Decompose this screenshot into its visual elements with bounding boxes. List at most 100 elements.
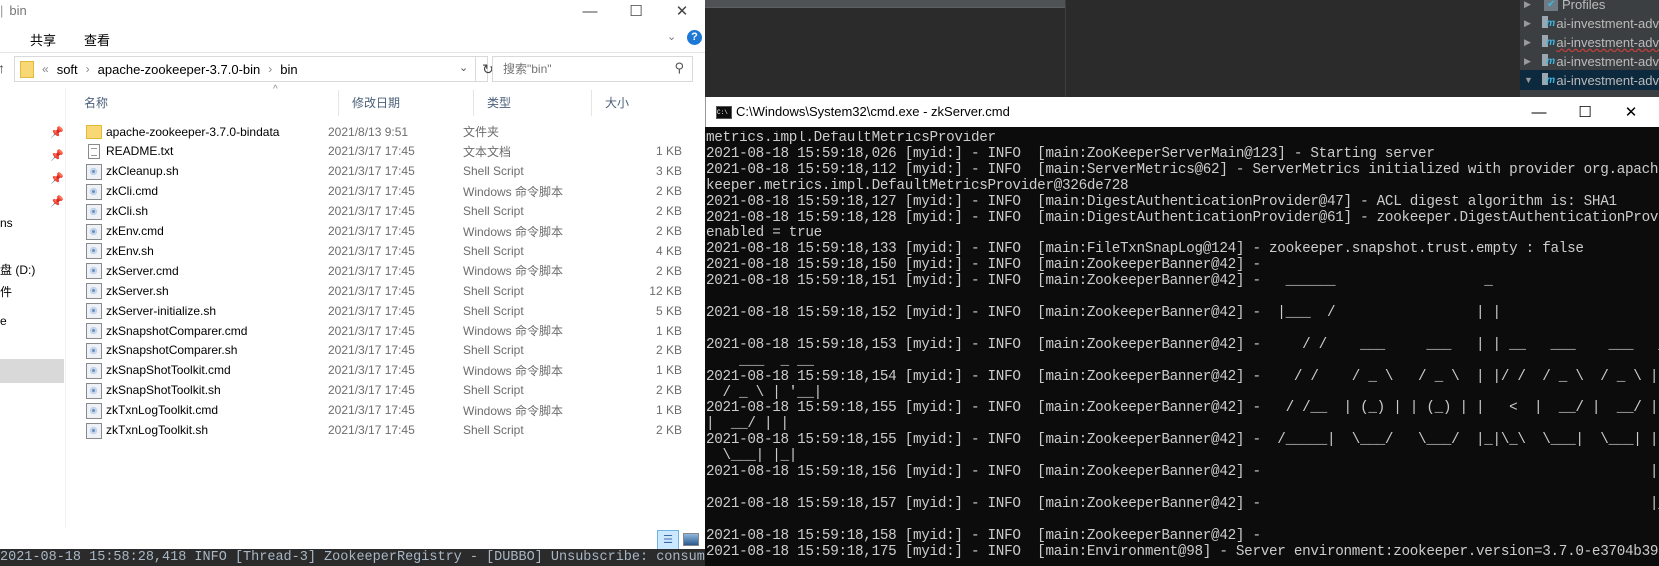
file-type: Shell Script <box>463 283 524 298</box>
script-file-icon <box>86 402 102 419</box>
nav-item[interactable]: 件 <box>0 283 12 300</box>
expand-arrow-icon[interactable]: ▶ <box>1524 0 1538 10</box>
up-arrow-icon[interactable]: ↑ <box>0 60 5 76</box>
file-name: zkServer.sh <box>106 283 169 298</box>
file-type: Windows 命令脚本 <box>463 324 564 338</box>
help-icon[interactable]: ? <box>687 30 702 45</box>
explorer-title-bar[interactable]: | bin — ☐ ✕ <box>0 0 705 22</box>
close-button[interactable]: ✕ <box>1608 97 1654 127</box>
script-file-icon <box>86 263 102 280</box>
pin-icon[interactable]: 📌 <box>50 195 64 208</box>
file-name: README.txt <box>106 144 174 159</box>
file-size: 2 KB <box>655 343 682 358</box>
file-row[interactable]: zkTxnLogToolkit.sh 2021/3/17 17:45 Shell S… <box>70 420 690 441</box>
file-row[interactable]: zkServer.cmd 2021/3/17 17:45 Windows 命令脚本 2… <box>70 260 690 281</box>
pin-icon[interactable]: 📌 <box>50 149 64 162</box>
ide-tree-item-module[interactable]: ▶ ai-investment-adv <box>1520 51 1659 71</box>
ide-tree-item-module-selected[interactable]: ▼ ai-investment-adv <box>1520 70 1659 90</box>
file-size: 2 KB <box>655 423 682 437</box>
file-size: 1 KB <box>655 323 682 338</box>
address-dropdown-icon[interactable]: ⌄ <box>459 61 468 74</box>
file-date: 2021/3/17 17:45 <box>328 403 415 418</box>
search-icon[interactable]: ⚲ <box>674 60 684 76</box>
cmd-window-title: C:\Windows\System32\cmd.exe - zkServer.c… <box>736 104 1010 119</box>
nav-item-drive-d[interactable]: 盘 (D:) <box>0 261 35 278</box>
file-size: 5 KB <box>655 303 682 318</box>
ide-tree-item-label: Profiles <box>1562 0 1606 12</box>
close-button[interactable]: ✕ <box>659 0 705 22</box>
console-output[interactable]: metrics.impl.DefaultMetricsProvider 2021… <box>705 131 1659 566</box>
file-row[interactable]: zkSnapShotToolkit.sh 2021/3/17 17:45 Shell… <box>70 380 690 401</box>
column-header-name[interactable]: 名称 <box>70 90 338 114</box>
file-date: 2021/3/17 17:45 <box>328 323 415 338</box>
file-date: 2021/3/17 17:45 <box>328 363 415 378</box>
cmd-title-bar[interactable]: C:\ C:\Windows\System32\cmd.exe - zkServ… <box>705 97 1659 127</box>
file-row[interactable]: README.txt 2021/3/17 17:45 文本文档 1 KB <box>70 141 690 162</box>
breadcrumb-item[interactable]: apache-zookeeper-3.7.0-bin <box>98 62 261 77</box>
maximize-button[interactable]: ☐ <box>1562 97 1608 127</box>
ide-tree-item-label: ai-investment-adv <box>1556 72 1659 88</box>
file-row[interactable]: zkEnv.sh 2021/3/17 17:45 Shell Script 4 KB <box>70 240 690 261</box>
ide-background-window <box>665 0 1659 100</box>
file-row[interactable]: zkCli.sh 2021/3/17 17:45 Shell Script 2 KB <box>70 201 690 222</box>
ribbon-tabs: 共享 查看 ⌄ ? <box>0 26 705 53</box>
breadcrumb-separator-icon[interactable]: › <box>268 62 272 76</box>
script-file-icon <box>86 323 102 339</box>
column-header-date[interactable]: 修改日期 <box>338 90 473 114</box>
search-input[interactable] <box>501 61 665 77</box>
window-title: | bin <box>0 3 27 18</box>
file-row[interactable]: zkSnapshotComparer.sh 2021/3/17 17:45 Shel… <box>70 340 690 361</box>
file-row[interactable]: zkSnapshotComparer.cmd 2021/3/17 17:45 Win… <box>70 320 690 341</box>
column-header-type[interactable]: 类型 <box>473 90 591 114</box>
expand-arrow-icon[interactable]: ▶ <box>1524 18 1535 29</box>
ide-tree-item-module[interactable]: ▶ ai-investment-adv <box>1520 32 1659 52</box>
expand-arrow-icon[interactable]: ▶ <box>1524 37 1535 48</box>
file-row[interactable]: zkServer-initialize.sh 2021/3/17 17:45 She… <box>70 300 690 321</box>
collapse-arrow-icon[interactable]: ▼ <box>1524 75 1535 85</box>
breadcrumb-item[interactable]: bin <box>280 62 297 77</box>
file-name: zkServer.cmd <box>106 263 179 278</box>
file-row[interactable]: zkEnv.cmd 2021/3/17 17:45 Windows 命令脚本 2 KB <box>70 221 690 242</box>
file-date: 2021/3/17 17:45 <box>328 383 415 398</box>
ribbon-expand-chevron-icon[interactable]: ⌄ <box>667 30 676 43</box>
minimize-button[interactable]: — <box>1516 97 1562 127</box>
address-row: ↑ « soft › apache-zookeeper-3.7.0-bin › … <box>0 56 705 82</box>
minimize-button[interactable]: — <box>567 0 613 22</box>
pin-icon[interactable]: 📌 <box>50 172 64 185</box>
file-type: Windows 命令脚本 <box>463 403 564 418</box>
file-size: 2 KB <box>655 204 682 219</box>
ide-tab-bar <box>705 0 1065 8</box>
file-list-header: ^ 名称 修改日期 类型 大小 <box>70 84 690 116</box>
nav-item[interactable]: e <box>0 314 7 328</box>
ide-tree-item-module[interactable]: ▶ ai-investment-adv <box>1520 13 1659 33</box>
file-type: Shell Script <box>463 303 524 318</box>
pin-icon[interactable]: 📌 <box>50 126 64 139</box>
file-row[interactable]: zkCli.cmd 2021/3/17 17:45 Windows 命令脚本 2 KB <box>70 181 690 202</box>
address-bar[interactable]: « soft › apache-zookeeper-3.7.0-bin › bi… <box>14 56 494 82</box>
file-date: 2021/3/17 17:45 <box>328 243 415 258</box>
file-row[interactable]: zkTxnLogToolkit.cmd 2021/3/17 17:45 Window… <box>70 400 690 421</box>
breadcrumb-separator-icon[interactable]: › <box>86 62 90 76</box>
file-row[interactable]: zkCleanup.sh 2021/3/17 17:45 Shell Script 3… <box>70 161 690 182</box>
column-header-size[interactable]: 大小 <box>591 90 681 114</box>
file-row[interactable]: apache-zookeeper-3.7.0-bindata 2021/8/13 … <box>70 121 690 142</box>
file-row[interactable]: zkSnapShotToolkit.cmd 2021/3/17 17:45 Wind… <box>70 360 690 381</box>
file-name: zkEnv.sh <box>106 243 154 258</box>
breadcrumb-item[interactable]: soft <box>57 62 78 77</box>
file-size: 2 KB <box>655 383 682 398</box>
file-date: 2021/3/17 17:45 <box>328 303 415 318</box>
expand-arrow-icon[interactable]: ▶ <box>1524 56 1535 67</box>
file-type: Windows 命令脚本 <box>463 224 564 239</box>
maximize-button[interactable]: ☐ <box>613 0 659 22</box>
large-icons-view-icon[interactable] <box>683 533 699 546</box>
nav-item-selected[interactable] <box>0 359 64 383</box>
ide-tree-item-profiles[interactable]: ▶ Profiles <box>1520 0 1659 14</box>
tab-view[interactable]: 查看 <box>84 30 110 49</box>
details-view-icon[interactable]: ☰ <box>657 530 679 550</box>
file-row[interactable]: zkServer.sh 2021/3/17 17:45 Shell Script 12… <box>70 280 690 301</box>
breadcrumb-overflow[interactable]: « <box>42 62 49 76</box>
search-box[interactable]: ⚲ <box>492 56 693 82</box>
nav-item[interactable]: ns <box>0 216 13 230</box>
file-date: 2021/8/13 9:51 <box>328 124 409 139</box>
tab-share[interactable]: 共享 <box>30 30 56 49</box>
